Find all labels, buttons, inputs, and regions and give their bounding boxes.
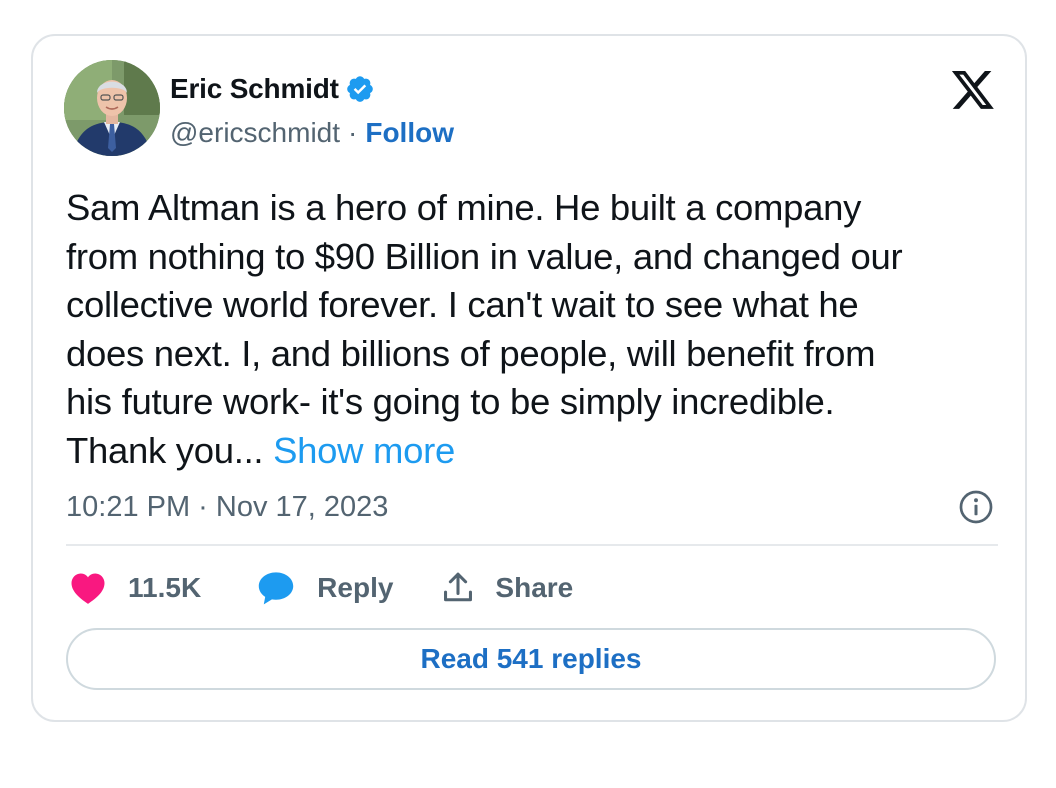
tweet-timestamp[interactable]: 10:21 PM · Nov 17, 2023 bbox=[66, 487, 388, 527]
avatar[interactable] bbox=[64, 60, 160, 156]
follow-button[interactable]: Follow bbox=[365, 117, 454, 149]
avatar-photo bbox=[64, 60, 160, 156]
author-name[interactable]: Eric Schmidt bbox=[170, 73, 339, 105]
tweet-line: Thank you... bbox=[66, 429, 274, 471]
verified-badge-icon bbox=[346, 76, 373, 102]
tweet-line: from nothing to $90 Billion in value, an… bbox=[66, 235, 903, 277]
author-handle[interactable]: @ericschmidt bbox=[170, 117, 340, 149]
tweet-line: does next. I, and billions of people, wi… bbox=[66, 332, 876, 374]
separator-dot: · bbox=[348, 117, 358, 148]
tweet-embed-card: Eric Schmidt @ericschmidt · Follow Sam A… bbox=[31, 34, 1027, 722]
tweet-line: Sam Altman is a hero of mine. He built a… bbox=[66, 187, 862, 228]
tweet-last-line: Thank you... Show more bbox=[66, 427, 1001, 476]
x-logo-icon[interactable] bbox=[950, 70, 996, 112]
share-label: Share bbox=[495, 572, 574, 603]
divider bbox=[66, 544, 998, 546]
author-name-row: Eric Schmidt bbox=[170, 70, 375, 108]
tweet-text: Sam Altman is a hero of mine. He built a… bbox=[66, 184, 1001, 475]
reply-label: Reply bbox=[317, 572, 394, 603]
reply-button[interactable]: Reply bbox=[257, 570, 393, 606]
read-replies-button[interactable]: Read 541 replies bbox=[66, 628, 996, 690]
share-upload-icon bbox=[444, 572, 473, 602]
share-button[interactable]: Share bbox=[441, 570, 573, 606]
tweet-line: collective world forever. I can't wait t… bbox=[66, 284, 859, 325]
author-handle-row: @ericschmidt · Follow bbox=[170, 114, 454, 152]
info-icon[interactable] bbox=[958, 489, 994, 525]
like-button[interactable]: 11.5K bbox=[70, 571, 201, 605]
read-replies-label: Read 541 replies bbox=[420, 643, 642, 674]
heart-icon bbox=[71, 573, 105, 604]
speech-bubble-icon bbox=[258, 572, 294, 605]
tweet-line: his future work- it's going to be simply… bbox=[66, 381, 835, 422]
like-count: 11.5K bbox=[128, 572, 202, 603]
tweet-actions: 11.5K Reply Share bbox=[70, 566, 573, 610]
show-more-link[interactable]: Show more bbox=[273, 430, 455, 471]
